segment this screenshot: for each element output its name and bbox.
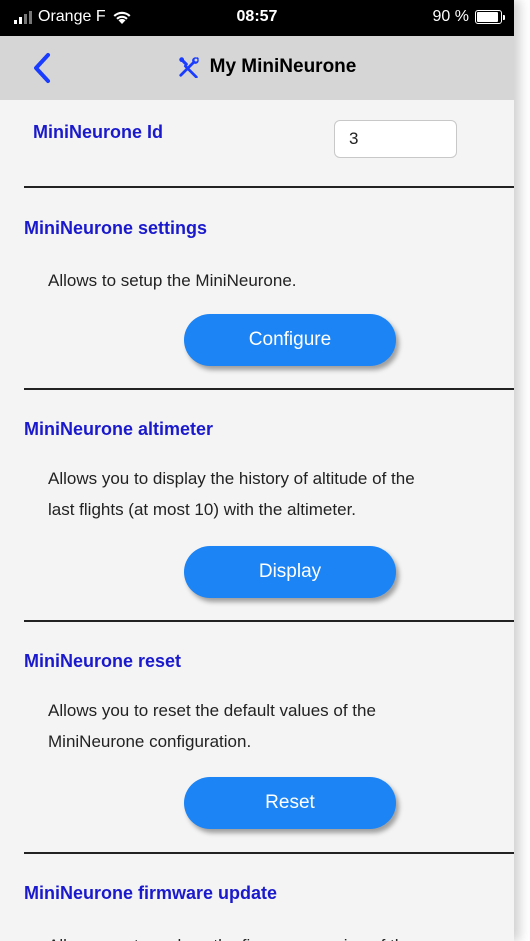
id-input[interactable] <box>334 120 457 158</box>
status-bar: Orange F 08:57 90 % <box>0 0 514 36</box>
display-button[interactable]: Display <box>184 546 396 598</box>
configure-button[interactable]: Configure <box>184 314 396 366</box>
settings-title: MiniNeurone settings <box>24 218 208 238</box>
reset-description-line1: Allows you to reset the default values o… <box>48 701 376 720</box>
nav-title-wrap: My MiniNeurone <box>0 56 514 78</box>
reset-button[interactable]: Reset <box>184 777 396 829</box>
id-label: MiniNeurone Id <box>33 122 163 142</box>
page-title: My MiniNeurone <box>209 56 357 77</box>
phone-screen: Orange F 08:57 90 % My MiniNeurone MiniN… <box>0 0 514 941</box>
battery-percent: 90 % <box>432 8 469 25</box>
battery-icon <box>475 10 505 24</box>
altimeter-description-line2: last flights (at most 10) with the altim… <box>48 500 357 519</box>
status-right: 90 % <box>432 8 505 26</box>
altimeter-description-line1: Allows you to display the history of alt… <box>48 469 415 488</box>
divider <box>24 620 514 622</box>
nav-bar: My MiniNeurone <box>0 36 514 100</box>
divider <box>24 388 514 390</box>
tools-icon <box>178 57 199 78</box>
settings-description: Allows to setup the MiniNeurone. <box>48 271 297 290</box>
divider <box>24 852 514 854</box>
divider <box>24 186 514 188</box>
firmware-title: MiniNeurone firmware update <box>24 883 278 903</box>
reset-title: MiniNeurone reset <box>24 651 182 671</box>
firmware-description-line1: Allows you to replace the firmware versi… <box>48 932 414 941</box>
altimeter-title: MiniNeurone altimeter <box>24 419 214 439</box>
reset-description-line2: MiniNeurone configuration. <box>48 732 252 751</box>
